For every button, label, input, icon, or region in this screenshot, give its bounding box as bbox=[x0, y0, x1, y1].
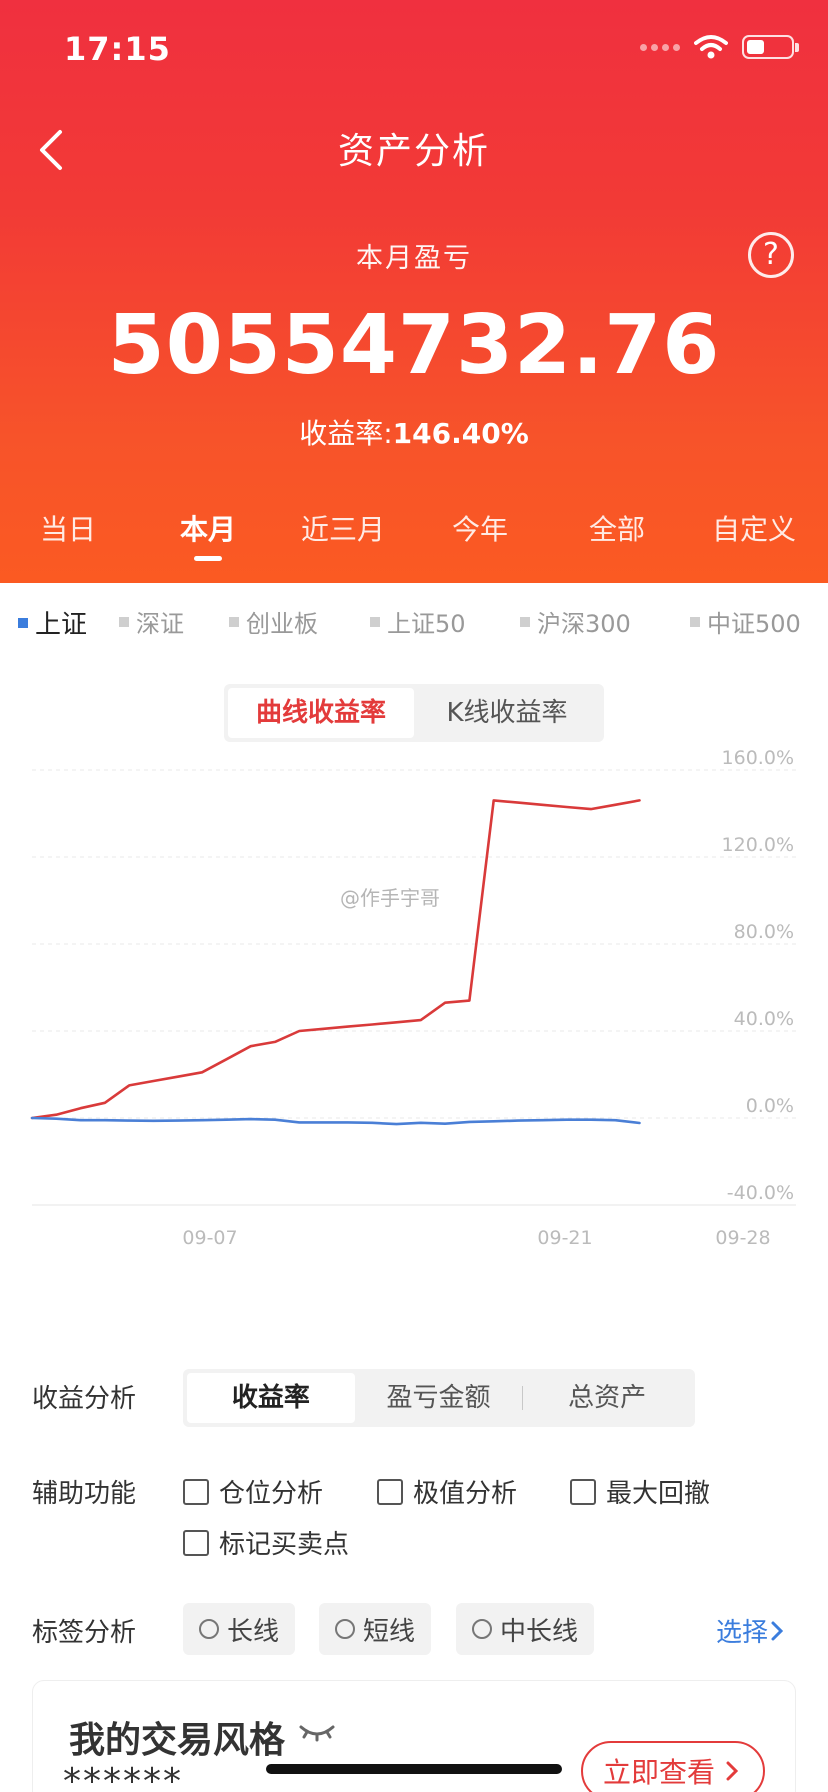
checkbox-box bbox=[183, 1529, 209, 1556]
y-tick-label: -40.0% bbox=[727, 1182, 794, 1204]
index-sse50[interactable]: 上证50 bbox=[370, 604, 466, 639]
tab-this-month[interactable]: 本月 bbox=[148, 508, 268, 548]
view-now-label: 立即查看 bbox=[602, 1756, 715, 1789]
tab-three-months[interactable]: 近三月 bbox=[283, 508, 403, 548]
checkbox-box bbox=[570, 1478, 596, 1505]
tag-label: 长线 bbox=[227, 1616, 280, 1647]
y-tick-label: 160.0% bbox=[722, 747, 794, 769]
return-rate-value: 146.40% bbox=[392, 417, 529, 450]
chevron-right-icon bbox=[771, 1621, 784, 1640]
index-label: 中证500 bbox=[707, 610, 801, 638]
tag-mid-long-term[interactable]: 中长线 bbox=[456, 1603, 595, 1655]
profit-amount: 50554732.76 bbox=[107, 298, 721, 393]
checkbox-position-analysis[interactable]: 仓位分析 bbox=[183, 1473, 323, 1510]
x-tick-label: 09-21 bbox=[537, 1227, 592, 1249]
x-tick-label: 09-28 bbox=[715, 1227, 770, 1249]
checkbox-extreme-analysis[interactable]: 极值分析 bbox=[377, 1473, 517, 1510]
option-total-assets[interactable]: 总资产 bbox=[523, 1373, 691, 1423]
y-tick-label: 40.0% bbox=[734, 1008, 794, 1030]
status-time: 17:15 bbox=[64, 30, 171, 68]
checkbox-max-drawdown[interactable]: 最大回撤 bbox=[570, 1473, 710, 1510]
period-tabs: 当日 本月 近三月 今年 全部 自定义 bbox=[0, 508, 828, 568]
legend-marker bbox=[370, 616, 380, 627]
hidden-eye-icon[interactable] bbox=[297, 1719, 337, 1743]
home-indicator bbox=[266, 1764, 562, 1774]
battery-icon bbox=[742, 35, 799, 59]
page-title: 资产分析 bbox=[337, 131, 490, 172]
checkbox-label: 最大回撤 bbox=[606, 1479, 711, 1509]
legend-marker bbox=[119, 616, 129, 627]
select-label: 选择 bbox=[716, 1618, 769, 1648]
checkbox-box bbox=[183, 1478, 209, 1505]
return-rate-label: 收益率: bbox=[299, 417, 393, 450]
period-profit-label: 本月盈亏 bbox=[356, 243, 472, 274]
radio-icon bbox=[335, 1619, 355, 1639]
header: 17:15 资产分析 本月盈亏 ? 50554732.76 收益率:146.40… bbox=[0, 0, 828, 583]
index-shenzhen[interactable]: 深证 bbox=[119, 604, 184, 639]
checkbox-box bbox=[377, 1478, 403, 1505]
tab-custom[interactable]: 自定义 bbox=[694, 508, 814, 548]
help-icon[interactable]: ? bbox=[748, 232, 794, 278]
status-icons bbox=[640, 34, 799, 60]
tab-all[interactable]: 全部 bbox=[557, 508, 677, 548]
radio-icon bbox=[472, 1619, 492, 1639]
y-tick-label: 0.0% bbox=[746, 1095, 794, 1117]
chevron-right-icon bbox=[726, 1761, 739, 1781]
index-return-line bbox=[30, 1116, 641, 1126]
index-label: 上证 bbox=[35, 610, 88, 640]
index-label: 深证 bbox=[136, 610, 184, 638]
trading-style-title: 我的交易风格 bbox=[69, 1720, 286, 1761]
tag-label: 短线 bbox=[363, 1616, 416, 1647]
legend-marker bbox=[690, 616, 700, 627]
profit-analysis-label: 收益分析 bbox=[32, 1384, 137, 1414]
y-tick-label: 120.0% bbox=[722, 834, 794, 856]
index-label: 创业板 bbox=[246, 610, 318, 638]
active-tab-indicator bbox=[194, 556, 222, 561]
cellular-signal-icon bbox=[640, 43, 680, 51]
tab-this-year[interactable]: 今年 bbox=[420, 508, 540, 548]
option-return-rate[interactable]: 收益率 bbox=[187, 1373, 355, 1423]
wifi-icon bbox=[694, 35, 728, 59]
tag-analysis-label: 标签分析 bbox=[32, 1618, 137, 1648]
kline-return-tab[interactable]: K线收益率 bbox=[414, 688, 600, 738]
masked-style-value: ****** bbox=[63, 1761, 183, 1792]
index-csi500[interactable]: 中证500 bbox=[690, 604, 801, 639]
checkbox-label: 标记买卖点 bbox=[219, 1530, 350, 1560]
index-chinext[interactable]: 创业板 bbox=[229, 604, 318, 639]
trading-style-card: 我的交易风格 ****** 立即查看 bbox=[32, 1680, 796, 1792]
chart-type-toggle: 曲线收益率 K线收益率 bbox=[224, 684, 604, 742]
tab-today[interactable]: 当日 bbox=[8, 508, 128, 548]
checkbox-mark-trades[interactable]: 标记买卖点 bbox=[183, 1524, 349, 1561]
y-tick-label: 80.0% bbox=[734, 921, 794, 943]
tag-short-term[interactable]: 短线 bbox=[319, 1603, 432, 1655]
index-shanghai[interactable]: 上证 bbox=[18, 604, 87, 641]
legend-marker bbox=[520, 616, 530, 627]
legend-marker bbox=[229, 616, 239, 627]
watermark: @作手宇哥 bbox=[340, 886, 440, 910]
return-chart: 160.0% 120.0% 80.0% 40.0% 0.0% -40.0% 09-07 09-… bbox=[30, 747, 796, 1249]
index-label: 上证50 bbox=[387, 610, 466, 638]
curve-return-tab[interactable]: 曲线收益率 bbox=[228, 688, 414, 738]
return-rate: 收益率:146.40% bbox=[0, 412, 828, 452]
battery-level bbox=[747, 40, 764, 54]
option-profit-amount[interactable]: 盈亏金额 bbox=[355, 1373, 523, 1423]
index-label: 沪深300 bbox=[537, 610, 631, 638]
aux-functions-label: 辅助功能 bbox=[32, 1479, 137, 1509]
view-now-button[interactable]: 立即查看 bbox=[581, 1741, 765, 1792]
radio-icon bbox=[199, 1619, 219, 1639]
index-csi300[interactable]: 沪深300 bbox=[520, 604, 631, 639]
legend-marker bbox=[18, 617, 28, 628]
checkbox-label: 仓位分析 bbox=[219, 1479, 324, 1509]
index-selector: 上证 深证 创业板 上证50 沪深300 中证500 bbox=[0, 604, 828, 644]
select-link[interactable]: 选择 bbox=[716, 1612, 786, 1649]
tag-label: 中长线 bbox=[500, 1616, 579, 1647]
checkbox-label: 极值分析 bbox=[413, 1479, 518, 1509]
tag-long-term[interactable]: 长线 bbox=[183, 1603, 296, 1655]
x-tick-label: 09-07 bbox=[182, 1227, 237, 1249]
portfolio-return-line bbox=[30, 799, 641, 1120]
profit-analysis-selector: 收益率 盈亏金额 总资产 bbox=[183, 1369, 695, 1427]
